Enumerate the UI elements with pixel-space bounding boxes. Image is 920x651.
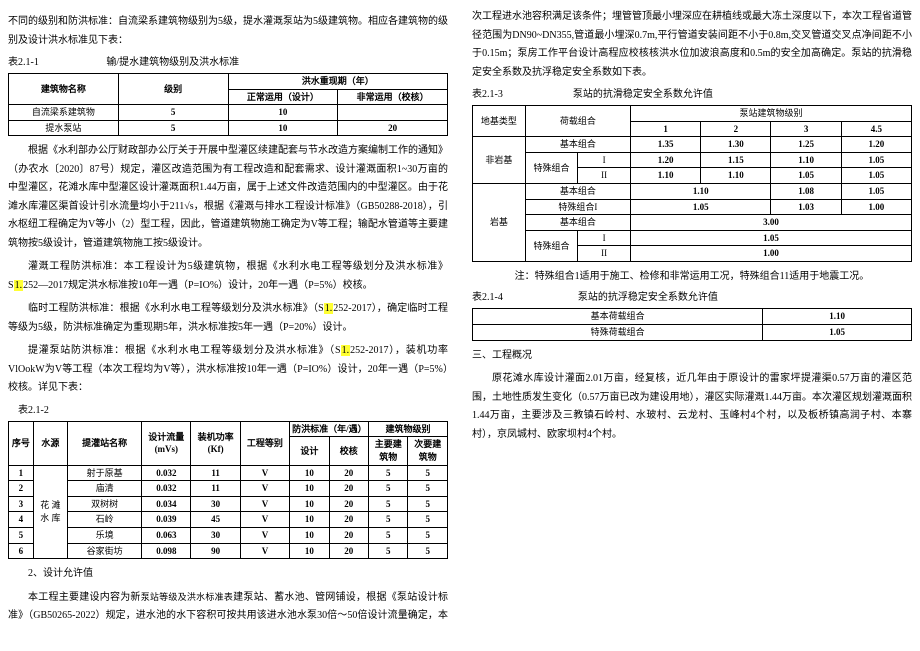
th-normal: 正常运用（设计） — [228, 89, 338, 105]
table-row: 自流梁系建筑物 5 10 — [9, 105, 448, 121]
table-row: 6 谷家街坊 0.098 90 V 10 20 5 5 — [9, 543, 448, 559]
table-row: 3 双树树 0.034 30 V 10 20 5 5 — [9, 496, 448, 512]
table-row: 提水泵站 5 10 20 — [9, 120, 448, 136]
table-2-1-2: 序号 水源 提灌站名称 设计流量(mVs) 装机功率(Kf) 工程等别 防洪标准… — [8, 421, 448, 559]
para-tiguang: 提灌泵站防洪标准：根据《水利水电工程等级划分及洪水标准》（S1.252-2017… — [8, 342, 448, 398]
table-2-1-2-label: 表2.1-2 — [8, 403, 448, 419]
th-abnormal: 非常运用（校核） — [338, 89, 448, 105]
table-2-1-4: 基本荷载组合 1.10 特殊荷载组合 1.05 — [472, 308, 912, 340]
para-guangai: 灌溉工程防洪标准：本工程设计为5级建筑物，根据《水利水电工程等级划分及洪水标准》… — [8, 258, 448, 295]
table-row: 特殊组合I 1.05 1.03 1.00 — [473, 199, 912, 215]
section-3-head: 三、工程概况 — [472, 347, 912, 366]
th-level: 级别 — [118, 74, 228, 105]
para-guishu: 根据《水利部办公厅财政部办公厅关于开展中型灌区续建配套与节水改造方案编制工作的通… — [8, 142, 448, 253]
table-row: 岩基 基本组合 1.10 1.08 1.05 — [473, 183, 912, 199]
table-row: 4 石岭 0.039 45 V 10 20 5 5 — [9, 512, 448, 528]
highlight: 1. — [341, 345, 351, 356]
table-2-1-3-label: 表2.1-3 泵站的抗滑稳定安全系数允许值 — [472, 87, 912, 103]
table-row: 基本荷载组合 1.10 — [473, 309, 912, 325]
table-row: 特殊荷载组合 1.05 — [473, 325, 912, 341]
table-row: 基本组合 3.00 — [473, 215, 912, 231]
table-2-1-1: 建筑物名称 级别 洪水重现期（年） 正常运用（设计） 非常运用（校核） 自流梁系… — [8, 73, 448, 136]
highlight: 1. — [14, 280, 24, 291]
table-2-1-1-label: 表2.1-1 输/提水建筑物级别及洪水标准 — [8, 55, 448, 71]
para-overview: 原花滩水库设计灌面2.01万亩，经复核，近几年由于原设计的雷家坪提灌渠0.57万… — [472, 370, 912, 444]
table-2-1-3: 地基类型 荷载组合 泵站建筑物级别 1 2 3 4.5 非岩基 基本组合 1.3… — [472, 105, 912, 262]
table-2-1-4-label: 表2.1-4 泵站的抗浮稳定安全系数允许值 — [472, 290, 912, 306]
table-row: 1 花 滩 水 库 射于原基 0.032 11 V 10 20 5 5 — [9, 465, 448, 481]
table-2-1-3-note: 注：特殊组合1适用于施工、检修和非常运用工况，特殊组合11适用于地震工况。 — [472, 268, 912, 287]
highlight: 1. — [324, 303, 334, 314]
table-row: 特殊组合 I 1.20 1.15 1.10 1.05 — [473, 152, 912, 168]
table-row: 非岩基 基本组合 1.35 1.30 1.25 1.20 — [473, 137, 912, 153]
th-flood-period: 洪水重现期（年） — [228, 74, 448, 90]
section-2-head: 2、设计允许值 — [8, 565, 448, 584]
th-building-name: 建筑物名称 — [9, 74, 119, 105]
table-row: 特殊组合 I 1.05 — [473, 230, 912, 246]
table-row: 2 庙清 0.032 11 V 10 20 5 5 — [9, 481, 448, 497]
table-row: 5 乐境 0.063 30 V 10 20 5 5 — [9, 528, 448, 544]
para-intro: 不同的级别和防洪标准：自流梁系建筑物级别为5级，提水灌溉泵站为5级建筑物。相应各… — [8, 13, 448, 50]
para-linshi: 临时工程防洪标准：根据《水利水电工程等级划分及洪水标准》（S1.252-2017… — [8, 300, 448, 337]
